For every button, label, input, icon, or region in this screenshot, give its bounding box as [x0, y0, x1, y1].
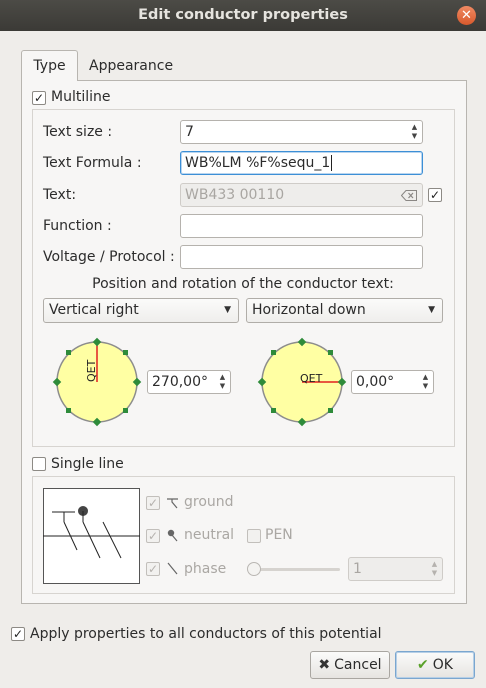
phase-count-value: 1 — [353, 561, 362, 577]
ground-checkbox[interactable]: ✓ — [146, 496, 160, 510]
spin-arrows-icon[interactable]: ▲ ▼ — [420, 373, 431, 391]
spin-arrows-icon[interactable]: ▲ ▼ — [409, 123, 420, 141]
horizontal-angle-spinbox[interactable]: 0,00° ▲ ▼ — [351, 370, 434, 394]
text-formula-value: WB%LM %F%sequ_1 — [185, 155, 331, 171]
close-icon[interactable]: ✕ — [457, 6, 476, 25]
vertical-rotation-dial[interactable]: QET — [52, 337, 142, 427]
clear-text-icon[interactable] — [401, 190, 417, 201]
neutral-checkbox[interactable]: ✓ — [146, 529, 160, 543]
vertical-angle-value: 270,00° — [152, 374, 208, 390]
multiline-label: Multiline — [51, 89, 111, 105]
ok-button-label: OK — [432, 657, 453, 673]
tab-appearance[interactable]: Appearance — [89, 51, 173, 81]
ok-button[interactable]: ✔ OK — [395, 651, 475, 679]
text-cursor — [331, 155, 333, 171]
vertical-dial-text: QET — [85, 359, 98, 382]
single-line-preview — [43, 488, 140, 584]
cancel-button[interactable]: ✖ Cancel — [310, 651, 390, 679]
text-field[interactable]: WB433 00110 — [180, 183, 423, 207]
horizontal-rotation-dial[interactable]: QET — [257, 337, 347, 427]
apply-all-label: Apply properties to all conductors of th… — [30, 626, 382, 642]
phase-slider-track[interactable] — [250, 568, 340, 571]
vertical-alignment-combo[interactable]: Vertical right ▼ — [43, 298, 239, 323]
ground-label: ground — [184, 494, 234, 510]
spin-arrows-icon[interactable]: ▲ ▼ — [429, 560, 440, 578]
phase-label: phase — [184, 561, 227, 577]
ground-icon — [167, 498, 178, 509]
function-field[interactable] — [180, 214, 423, 238]
multiline-checkbox[interactable]: ✓ — [32, 91, 46, 105]
voltage-protocol-label: Voltage / Protocol : — [43, 249, 175, 265]
chevron-down-icon: ▼ — [428, 305, 435, 315]
horizontal-angle-value: 0,00° — [356, 374, 395, 390]
window-titlebar: Edit conductor properties — [0, 0, 486, 31]
text-visible-checkbox[interactable]: ✓ — [428, 188, 442, 202]
phase-count-spinbox[interactable]: 1 ▲ ▼ — [348, 557, 443, 581]
cancel-button-label: Cancel — [334, 657, 382, 673]
position-rotation-heading: Position and rotation of the conductor t… — [92, 276, 394, 292]
single-line-checkbox[interactable] — [32, 457, 46, 471]
horizontal-dial-text: QET — [300, 372, 323, 385]
cancel-x-icon: ✖ — [318, 657, 331, 673]
text-size-spinbox[interactable]: 7 ▲ ▼ — [180, 120, 423, 144]
phase-slider-handle[interactable] — [247, 562, 261, 576]
vertical-alignment-value: Vertical right — [49, 302, 139, 318]
pen-label: PEN — [265, 527, 293, 543]
ok-check-icon: ✔ — [417, 657, 429, 673]
text-formula-label: Text Formula : — [43, 155, 142, 171]
voltage-protocol-field[interactable] — [180, 245, 423, 269]
single-line-label: Single line — [51, 456, 124, 472]
window-title: Edit conductor properties — [138, 7, 348, 23]
neutral-icon — [167, 529, 178, 542]
pen-checkbox[interactable] — [247, 529, 261, 543]
tab-type[interactable]: Type — [21, 50, 78, 81]
apply-all-checkbox[interactable]: ✓ — [11, 627, 25, 641]
spin-arrows-icon[interactable]: ▲ ▼ — [217, 373, 228, 391]
phase-icon — [167, 562, 178, 575]
neutral-label: neutral — [184, 527, 235, 543]
vertical-angle-spinbox[interactable]: 270,00° ▲ ▼ — [147, 370, 231, 394]
text-label: Text: — [43, 187, 77, 203]
text-value: WB433 00110 — [185, 187, 285, 203]
horizontal-alignment-value: Horizontal down — [252, 302, 366, 318]
text-size-label: Text size : — [43, 124, 113, 140]
function-label: Function : — [43, 218, 112, 234]
horizontal-alignment-combo[interactable]: Horizontal down ▼ — [246, 298, 443, 323]
text-formula-field[interactable]: WB%LM %F%sequ_1 — [180, 151, 423, 175]
phase-checkbox[interactable]: ✓ — [146, 562, 160, 576]
chevron-down-icon: ▼ — [224, 305, 231, 315]
text-size-value: 7 — [185, 124, 194, 140]
